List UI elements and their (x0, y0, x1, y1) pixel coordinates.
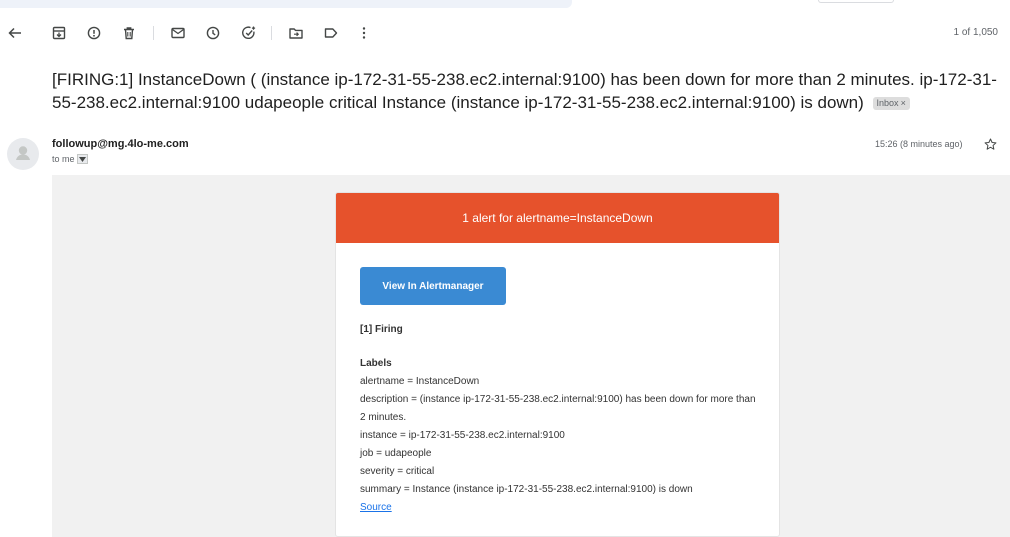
inbox-label-chip[interactable]: Inbox × (872, 97, 910, 110)
toolbar-divider (271, 26, 272, 40)
received-time: 15:26 (8 minutes ago) (875, 139, 963, 149)
star-icon[interactable] (983, 137, 998, 152)
label-item: summary = Instance (instance ip-172-31-5… (360, 484, 693, 495)
move-to-icon[interactable] (287, 24, 305, 42)
email-subject: [FIRING:1] InstanceDown ( (instance ip-1… (52, 68, 1002, 114)
header-control-edge (818, 0, 894, 3)
search-bar-edge (0, 0, 572, 8)
remove-label-icon[interactable]: × (901, 98, 906, 108)
label-item: alertname = InstanceDown (360, 376, 480, 387)
label-item: instance = ip-172-31-55-238.ec2.internal… (360, 430, 565, 441)
report-spam-icon[interactable] (85, 24, 103, 42)
message-toolbar: 1 of 1,050 (0, 20, 1010, 46)
source-link[interactable]: Source (360, 502, 392, 513)
sender-avatar (7, 138, 39, 170)
page-count: 1 of 1,050 (953, 27, 998, 38)
back-arrow-icon[interactable] (6, 24, 24, 42)
view-in-alertmanager-button[interactable]: View In Alertmanager (360, 267, 506, 305)
label-item: job = udapeople (360, 448, 432, 459)
recipient-line: to me (52, 154, 88, 164)
add-task-icon[interactable] (240, 24, 258, 42)
toolbar-divider (153, 26, 154, 40)
delete-icon[interactable] (120, 24, 138, 42)
label-item: severity = critical (360, 466, 435, 477)
label-chip-text: Inbox (876, 98, 899, 108)
recipient-text: to me (52, 154, 75, 164)
labels-heading: Labels (360, 358, 392, 369)
person-icon (16, 146, 30, 160)
alert-card: 1 alert for alertname=InstanceDown View … (335, 192, 780, 537)
label-icon[interactable] (322, 24, 340, 42)
archive-icon[interactable] (50, 24, 68, 42)
more-vert-icon[interactable] (355, 24, 373, 42)
firing-heading: [1] Firing (360, 324, 403, 335)
sender-address[interactable]: followup@mg.4lo-me.com (52, 138, 189, 150)
subject-text: [FIRING:1] InstanceDown ( (instance ip-1… (52, 70, 997, 112)
recipient-details-dropdown[interactable] (76, 154, 88, 164)
top-strip (0, 0, 1010, 14)
alert-header: 1 alert for alertname=InstanceDown (336, 193, 779, 243)
snooze-icon[interactable] (204, 24, 222, 42)
caret-down-icon (78, 156, 86, 162)
label-item: description = (instance ip-172-31-55-238… (360, 394, 756, 423)
labels-list: alertname = InstanceDown description = (… (360, 373, 760, 517)
mark-unread-icon[interactable] (169, 24, 187, 42)
